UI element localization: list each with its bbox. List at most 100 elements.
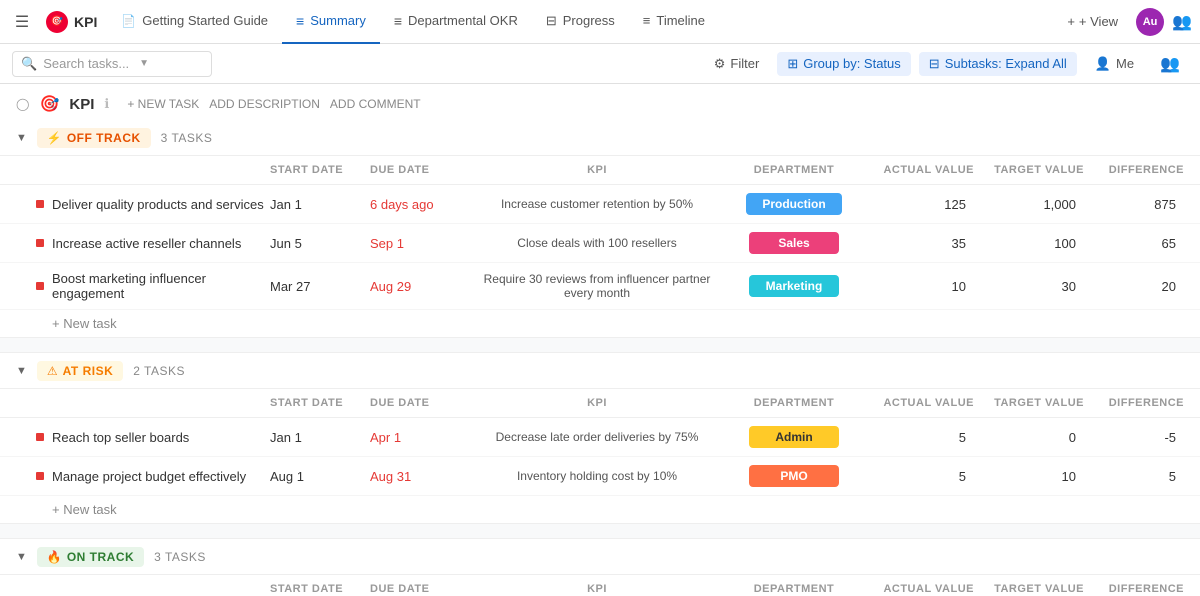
col-kpi: KPI <box>480 160 714 180</box>
filter-label: Filter <box>730 56 759 71</box>
task-count-at-risk: 2 TASKS <box>133 364 185 378</box>
filter-button[interactable]: ⚙ Filter <box>704 52 770 76</box>
task-count-on-track: 3 TASKS <box>154 550 206 564</box>
section-at-risk: ▼ ⚠ AT RISK 2 TASKS START DATE DUE DATE … <box>0 353 1200 523</box>
chevron-down-icon: ▼ <box>16 132 27 144</box>
doc-icon: 📄 <box>121 14 136 28</box>
actual-value: 125 <box>874 197 974 212</box>
me-button[interactable]: 👤 Me <box>1085 52 1144 76</box>
dept-badge: Production <box>746 193 841 215</box>
task-dot-icon <box>36 200 44 208</box>
tab-summary[interactable]: ≡ Summary <box>282 0 380 44</box>
actual-value: 5 <box>874 430 974 445</box>
off-track-badge: ⚡ OFF TRACK <box>37 128 151 148</box>
at-risk-badge: ⚠ AT RISK <box>37 361 123 381</box>
task-name[interactable]: Boost marketing influencer engagement <box>52 271 270 301</box>
on-track-badge: 🔥 ON TRACK <box>37 547 144 567</box>
target-value: 1,000 <box>974 197 1084 212</box>
section-header-on-track[interactable]: ▼ 🔥 ON TRACK 3 TASKS <box>0 539 1200 575</box>
task-name[interactable]: Increase active reseller channels <box>52 236 241 251</box>
group-by-label: Group by: Status <box>803 56 901 71</box>
progress-icon: ⊟ <box>546 13 557 29</box>
new-task-button[interactable]: + NEW TASK <box>127 97 199 111</box>
tab-progress[interactable]: ⊟ Progress <box>532 0 629 44</box>
logo-text: KPI <box>74 14 97 30</box>
due-date: Aug 29 <box>370 279 480 294</box>
top-nav: ☰ 🎯 KPI 📄 Getting Started Guide ≡ Summar… <box>0 0 1200 44</box>
section-header-at-risk[interactable]: ▼ ⚠ AT RISK 2 TASKS <box>0 353 1200 389</box>
target-value: 100 <box>974 236 1084 251</box>
dept-cell: Sales <box>714 232 874 254</box>
timeline-icon: ≡ <box>643 13 651 28</box>
search-icon: 🔍 <box>21 56 37 72</box>
off-track-label: OFF TRACK <box>67 131 141 145</box>
col-diff: DIFFERENCE <box>1084 160 1184 180</box>
user-avatar[interactable]: Au <box>1136 8 1164 36</box>
kpi-value: Increase customer retention by 50% <box>480 197 714 211</box>
kpi-target-icon: 🎯 <box>39 94 59 114</box>
kpi-logo[interactable]: 🎯 KPI <box>36 11 107 33</box>
subtasks-button[interactable]: ⊟ Subtasks: Expand All <box>919 52 1077 76</box>
kpi-value: Require 30 reviews from influencer partn… <box>480 272 714 300</box>
task-name[interactable]: Manage project budget effectively <box>52 469 246 484</box>
group-by-button[interactable]: ⊞ Group by: Status <box>777 52 910 76</box>
new-task-row[interactable]: + New task <box>0 496 1200 523</box>
due-date: Sep 1 <box>370 236 480 251</box>
people-icon[interactable]: 👥 <box>1172 12 1192 32</box>
start-date: Jan 1 <box>270 197 370 212</box>
person-icon: 👤 <box>1095 56 1111 72</box>
dept-badge: Marketing <box>749 275 839 297</box>
diff-value: 65 <box>1084 236 1184 251</box>
col-due: DUE DATE <box>370 160 480 180</box>
col-start: START DATE <box>270 160 370 180</box>
collapse-kpi-button[interactable]: ◯ <box>16 97 29 111</box>
col-name <box>36 160 270 180</box>
logo-icon: 🎯 <box>46 11 68 33</box>
dept-badge: Admin <box>749 426 839 448</box>
diff-value: 5 <box>1084 469 1184 484</box>
info-icon[interactable]: ℹ <box>104 96 109 112</box>
search-box[interactable]: 🔍 Search tasks... ▼ <box>12 51 212 77</box>
kpi-value: Close deals with 100 resellers <box>480 236 714 250</box>
col-actual: ACTUAL VALUE <box>874 160 974 180</box>
start-date: Jan 1 <box>270 430 370 445</box>
add-view-button[interactable]: + + View <box>1057 10 1128 33</box>
add-comment-button[interactable]: ADD COMMENT <box>330 97 421 111</box>
tab-departmental-okr[interactable]: ≡ Departmental OKR <box>380 0 532 44</box>
section-divider <box>0 337 1200 353</box>
target-value: 10 <box>974 469 1084 484</box>
tab-getting-started[interactable]: 📄 Getting Started Guide <box>107 0 282 44</box>
table-header-at-risk: START DATE DUE DATE KPI DEPARTMENT ACTUA… <box>0 389 1200 418</box>
target-value: 0 <box>974 430 1084 445</box>
on-track-label: ON TRACK <box>67 550 134 564</box>
due-date: Apr 1 <box>370 430 480 445</box>
nav-right: + + View Au 👥 <box>1057 8 1192 36</box>
collaborators-icon[interactable]: 👥 <box>1152 50 1188 78</box>
dept-cell: Marketing <box>714 275 874 297</box>
page-title: KPI <box>69 96 94 113</box>
task-name[interactable]: Reach top seller boards <box>52 430 189 445</box>
section-header-off-track[interactable]: ▼ ⚡ OFF TRACK 3 TASKS <box>0 120 1200 156</box>
user-initials: Au <box>1143 16 1158 28</box>
actual-value: 10 <box>874 279 974 294</box>
task-dot-icon <box>36 239 44 247</box>
table-row: Reach top seller boards Jan 1 Apr 1 Decr… <box>0 418 1200 457</box>
diff-value: 20 <box>1084 279 1184 294</box>
main-content: ◯ 🎯 KPI ℹ + NEW TASK ADD DESCRIPTION ADD… <box>0 84 1200 596</box>
add-description-button[interactable]: ADD DESCRIPTION <box>209 97 320 111</box>
hamburger-icon[interactable]: ☰ <box>8 8 36 36</box>
task-name[interactable]: Deliver quality products and services <box>52 197 264 212</box>
tab-timeline[interactable]: ≡ Timeline <box>629 0 719 44</box>
group-icon: ⊞ <box>787 56 798 72</box>
task-name-cell: Boost marketing influencer engagement <box>36 271 270 301</box>
chevron-down-icon: ▼ <box>16 365 27 377</box>
table-row: Manage project budget effectively Aug 1 … <box>0 457 1200 496</box>
table-row: Boost marketing influencer engagement Ma… <box>0 263 1200 310</box>
task-name-cell: Reach top seller boards <box>36 430 270 445</box>
nav-tabs: 📄 Getting Started Guide ≡ Summary ≡ Depa… <box>107 0 719 43</box>
chevron-down-icon: ▼ <box>16 551 27 563</box>
lightning-icon: ⚡ <box>47 131 62 145</box>
new-task-row[interactable]: + New task <box>0 310 1200 337</box>
subtasks-label: Subtasks: Expand All <box>945 56 1067 71</box>
dept-cell: PMO <box>714 465 874 487</box>
